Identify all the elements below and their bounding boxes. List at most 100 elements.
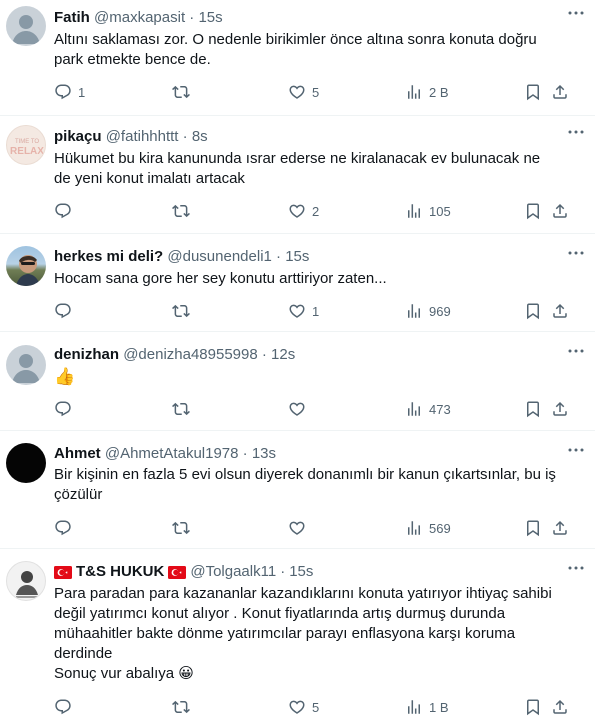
tweet-text-line: değil yatırımcı konut alıyor . Konut fiy… xyxy=(54,605,506,622)
share-icon xyxy=(551,519,569,537)
views-button[interactable]: 1 B xyxy=(405,697,449,717)
views-button[interactable]: 105 xyxy=(405,201,451,221)
view-count: 473 xyxy=(429,401,451,417)
tweet[interactable]: TIME TO RELAX pikaçu @fatihhhttt · 8s Hü… xyxy=(0,116,595,234)
like-button[interactable]: 5 xyxy=(288,697,319,717)
tweet[interactable]: Ahmet @AhmetAtakul1978 · 13s Bir kişinin… xyxy=(0,431,595,549)
bookmark-button[interactable] xyxy=(524,518,542,538)
retweet-button[interactable] xyxy=(172,399,196,419)
bookmark-button[interactable] xyxy=(524,697,542,717)
tweet[interactable]: T&S HUKUK @Tolgaalk11 · 15s Para paradan… xyxy=(0,549,595,728)
reply-button[interactable]: 1 xyxy=(54,82,85,102)
share-button[interactable] xyxy=(551,201,569,221)
bookmark-icon xyxy=(524,83,542,101)
thumbs-up-emoji: 👍 xyxy=(54,367,76,386)
share-button[interactable] xyxy=(551,518,569,538)
views-chart-icon xyxy=(405,698,423,716)
separator-dot: · xyxy=(261,346,267,363)
tweet[interactable]: denizhan @denizha48955998 · 12s 👍 473 xyxy=(0,332,595,431)
views-button[interactable]: 2 B xyxy=(405,82,449,102)
like-button[interactable]: 5 xyxy=(288,82,319,102)
timestamp[interactable]: 15s xyxy=(285,248,309,265)
tweet-actions: 1 5 2 B xyxy=(54,82,574,102)
bookmark-button[interactable] xyxy=(524,201,542,221)
more-options-icon[interactable] xyxy=(567,250,585,256)
more-options-icon[interactable] xyxy=(567,129,585,135)
retweet-button[interactable] xyxy=(172,697,196,717)
tweet[interactable]: herkes mi deli? @dusunendeli1 · 15s Hoca… xyxy=(0,234,595,332)
turkey-flag-icon xyxy=(168,565,187,579)
user-handle[interactable]: @dusunendeli1 xyxy=(167,248,271,265)
user-handle[interactable]: @maxkapasit xyxy=(94,9,185,26)
reply-icon xyxy=(54,302,72,320)
retweet-button[interactable] xyxy=(172,201,196,221)
bookmark-button[interactable] xyxy=(524,399,542,419)
user-handle[interactable]: @AhmetAtakul1978 xyxy=(105,445,239,462)
retweet-button[interactable] xyxy=(172,518,196,538)
views-button[interactable]: 569 xyxy=(405,518,451,538)
timestamp[interactable]: 15s xyxy=(289,563,313,581)
retweet-icon xyxy=(172,400,190,418)
reply-button[interactable] xyxy=(54,201,78,221)
timestamp[interactable]: 12s xyxy=(271,346,295,363)
share-button[interactable] xyxy=(551,399,569,419)
tweet-header: denizhan @denizha48955998 · 12s xyxy=(54,346,295,364)
default-avatar[interactable] xyxy=(6,6,46,46)
black-avatar[interactable] xyxy=(6,443,46,483)
heart-icon xyxy=(288,519,306,537)
retweet-button[interactable] xyxy=(172,82,196,102)
share-icon xyxy=(551,698,569,716)
display-name[interactable]: T&S HUKUK xyxy=(76,563,164,581)
reply-button[interactable] xyxy=(54,697,78,717)
user-handle[interactable]: @Tolgaalk11 xyxy=(190,563,276,581)
share-button[interactable] xyxy=(551,697,569,717)
tweet-text: Para paradan para kazananlar kazandıklar… xyxy=(54,584,574,684)
photo-avatar[interactable] xyxy=(6,246,46,286)
tweet-header: Fatih @maxkapasit · 15s xyxy=(54,9,223,27)
bookmark-button[interactable] xyxy=(524,301,542,321)
retweet-icon xyxy=(172,202,190,220)
bookmark-button[interactable] xyxy=(524,82,542,102)
views-button[interactable]: 473 xyxy=(405,399,451,419)
more-options-icon[interactable] xyxy=(567,447,585,453)
share-button[interactable] xyxy=(551,301,569,321)
like-button[interactable]: 2 xyxy=(288,201,319,221)
portrait-avatar[interactable] xyxy=(6,561,46,601)
views-chart-icon xyxy=(405,202,423,220)
like-button[interactable]: 1 xyxy=(288,301,319,321)
display-name[interactable]: pikaçu xyxy=(54,128,102,145)
tweet-text-line: de yeni konut imalatı artacak xyxy=(54,170,245,187)
retweet-button[interactable] xyxy=(172,301,196,321)
tweet-actions: 2 105 xyxy=(54,201,574,221)
like-button[interactable] xyxy=(288,399,312,419)
separator-dot: · xyxy=(182,128,188,145)
reply-button[interactable] xyxy=(54,518,78,538)
default-avatar[interactable] xyxy=(6,345,46,385)
timestamp[interactable]: 15s xyxy=(198,9,222,26)
reply-button[interactable] xyxy=(54,301,78,321)
timestamp[interactable]: 13s xyxy=(252,445,276,462)
reply-button[interactable] xyxy=(54,399,78,419)
reply-icon xyxy=(54,202,72,220)
tweet[interactable]: Fatih @maxkapasit · 15s Altını saklaması… xyxy=(0,0,595,116)
tweet-actions: 5 1 B xyxy=(54,697,574,717)
share-icon xyxy=(551,400,569,418)
tweet-text-line: Altını saklaması zor. O nedenle birikiml… xyxy=(54,31,537,48)
tweet-text-line: mühaahitler bakte dönme yatırımcılar par… xyxy=(54,625,516,642)
view-count: 569 xyxy=(429,520,451,536)
display-name[interactable]: Fatih xyxy=(54,9,90,26)
views-button[interactable]: 969 xyxy=(405,301,451,321)
share-button[interactable] xyxy=(551,82,569,102)
display-name[interactable]: Ahmet xyxy=(54,445,101,462)
user-handle[interactable]: @denizha48955998 xyxy=(123,346,258,363)
like-button[interactable] xyxy=(288,518,312,538)
heart-icon xyxy=(288,202,306,220)
more-options-icon[interactable] xyxy=(567,348,585,354)
more-options-icon[interactable] xyxy=(567,565,585,571)
timestamp[interactable]: 8s xyxy=(192,128,208,145)
more-options-icon[interactable] xyxy=(567,10,585,16)
display-name[interactable]: herkes mi deli? xyxy=(54,248,163,265)
time-to-relax-avatar[interactable]: TIME TO RELAX xyxy=(6,125,46,165)
user-handle[interactable]: @fatihhhttt xyxy=(106,128,179,145)
display-name[interactable]: denizhan xyxy=(54,346,119,363)
